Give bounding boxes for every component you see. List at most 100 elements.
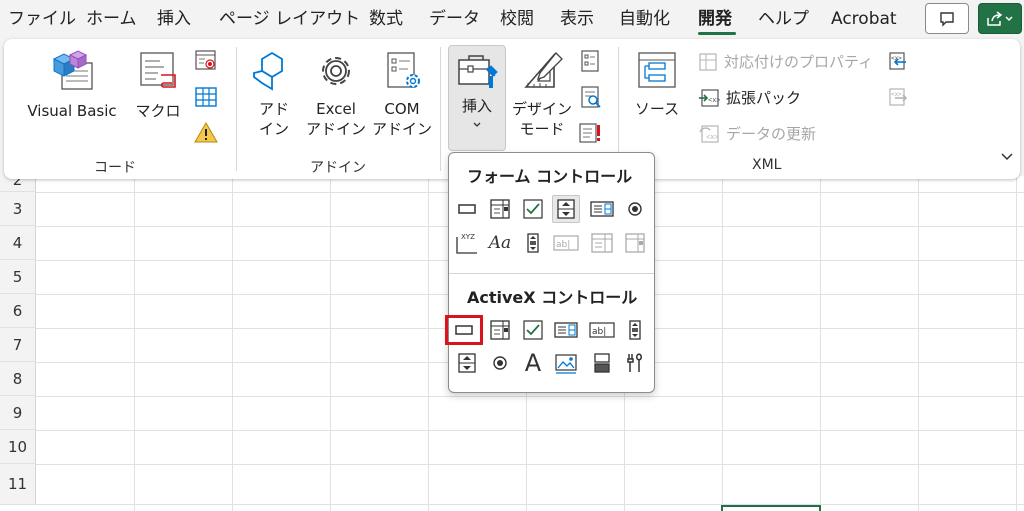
tab-view[interactable]: 表示 — [560, 8, 594, 30]
xml-source-label: ソース — [634, 100, 680, 118]
activex-toggle-button-control[interactable] — [588, 349, 616, 377]
form-group-box-control[interactable]: XYZ — [453, 229, 481, 257]
addins-label-line1: アド — [258, 100, 289, 118]
collapse-ribbon-button[interactable] — [1000, 151, 1014, 163]
textbox-glyph-text: ab| — [592, 327, 606, 337]
activex-checkbox-control[interactable] — [519, 316, 547, 344]
form-label-control[interactable]: Aa — [486, 229, 514, 257]
xml-source-button[interactable]: ソース — [630, 49, 684, 119]
form-combo-box-control[interactable] — [486, 195, 514, 223]
properties-button[interactable] — [576, 49, 604, 73]
tab-developer[interactable]: 開発 — [698, 8, 732, 30]
activex-text-box-control[interactable]: ab| — [588, 316, 616, 344]
row-header[interactable]: 8 — [0, 362, 36, 396]
selected-cell[interactable] — [721, 505, 821, 511]
activex-more-controls-control[interactable] — [621, 349, 649, 377]
macro-security-button[interactable] — [192, 121, 220, 145]
spin-button-icon — [557, 199, 575, 219]
row-header[interactable]: 5 — [0, 260, 36, 294]
warning-icon — [194, 122, 218, 143]
textbox-glyph-text: ab| — [556, 240, 570, 250]
import-xml-button[interactable]: <x> — [884, 51, 910, 73]
activex-list-box-control[interactable] — [552, 316, 580, 344]
form-option-button-control[interactable] — [621, 195, 649, 223]
insert-controls-label: 挿入 — [461, 97, 492, 115]
design-mode-button[interactable]: デザイン モード — [510, 49, 574, 139]
list-box-icon — [590, 201, 614, 217]
row-header[interactable]: 11 — [0, 464, 36, 505]
relative-reference-button[interactable] — [192, 85, 220, 109]
record-macro-button[interactable] — [192, 49, 220, 73]
code-group-label: コード — [94, 160, 136, 176]
option-button-icon — [628, 202, 642, 216]
form-scroll-bar-control[interactable] — [519, 229, 547, 257]
list-box-icon — [554, 322, 578, 338]
com-addins-button[interactable]: COM アドイン — [370, 49, 434, 139]
comments-button[interactable] — [925, 3, 969, 34]
form-list-box-control[interactable] — [588, 195, 616, 223]
tab-data[interactable]: データ — [429, 8, 480, 30]
share-button[interactable] — [978, 3, 1022, 34]
addins-button[interactable]: アド イン — [252, 49, 296, 139]
com-addins-label-line1: COM — [384, 100, 420, 118]
form-checkbox-control[interactable] — [519, 195, 547, 223]
tools-icon — [627, 353, 642, 372]
tab-review[interactable]: 校閲 — [500, 8, 534, 30]
grid-line — [134, 176, 135, 511]
form-spin-button-control[interactable] — [552, 195, 580, 223]
share-icon — [987, 10, 1013, 26]
tab-help[interactable]: ヘルプ — [758, 8, 809, 30]
grid-line — [36, 504, 1024, 505]
expansion-packs-button[interactable]: <x> 拡張パック — [698, 87, 801, 108]
tab-insert[interactable]: 挿入 — [157, 8, 191, 30]
combo-list-edit-icon — [591, 233, 613, 253]
run-dialog-button[interactable] — [576, 121, 604, 145]
refresh-data-button[interactable]: <x> データの更新 — [698, 123, 816, 144]
activex-image-control[interactable] — [552, 349, 580, 377]
tab-file[interactable]: ファイル — [8, 8, 76, 30]
grid-line — [722, 176, 723, 511]
map-properties-label: 対応付けのプロパティ — [724, 53, 874, 71]
grid-line — [330, 176, 331, 511]
row-header[interactable]: 10 — [0, 430, 36, 464]
tab-automate[interactable]: 自動化 — [619, 8, 670, 30]
activex-combo-box-control[interactable] — [486, 316, 514, 344]
checkbox-icon — [523, 320, 543, 340]
row-header[interactable]: 4 — [0, 226, 36, 260]
dropdown-separator — [449, 273, 654, 274]
activex-command-button-control[interactable] — [445, 315, 483, 345]
xml-source-icon — [638, 52, 676, 88]
tab-home[interactable]: ホーム — [86, 8, 137, 30]
combo-box-icon — [490, 199, 510, 219]
visual-basic-button[interactable]: Visual Basic — [22, 49, 122, 121]
tab-formulas[interactable]: 数式 — [369, 8, 403, 30]
tab-page-layout[interactable]: ページ レイアウト — [219, 8, 360, 30]
row-header[interactable]: 6 — [0, 294, 36, 328]
export-xml-button[interactable]: <x> — [884, 87, 910, 109]
row-header[interactable]: 9 — [0, 396, 36, 430]
form-button-control[interactable] — [453, 195, 481, 223]
insert-controls-button[interactable]: 挿入 — [448, 45, 506, 151]
design-mode-icon — [524, 52, 563, 88]
row-header[interactable]: 7 — [0, 328, 36, 362]
label-control-glyph: Aa — [488, 233, 512, 253]
view-code-button[interactable] — [576, 85, 604, 109]
activex-scroll-bar-control[interactable] — [621, 316, 649, 344]
grid-line — [232, 176, 233, 511]
comment-icon — [940, 11, 954, 27]
macro-button[interactable]: マクロ — [130, 49, 186, 121]
excel-addins-button[interactable]: Excel アドイン — [304, 49, 368, 139]
map-properties-button[interactable]: 対応付けのプロパティ — [698, 51, 873, 72]
activex-option-button-control[interactable] — [486, 349, 514, 377]
grid-line — [1016, 176, 1017, 511]
button-control-icon — [458, 204, 476, 214]
svg-text:<x>: <x> — [706, 133, 719, 141]
excel-addins-label-line1: Excel — [316, 100, 356, 118]
activex-label-control[interactable]: A — [519, 349, 547, 377]
row-header[interactable]: 3 — [0, 192, 36, 226]
grid-line — [36, 464, 1024, 465]
activex-spin-button-control[interactable] — [453, 349, 481, 377]
tab-acrobat[interactable]: Acrobat — [831, 8, 897, 30]
grid-line — [428, 176, 429, 511]
scroll-bar-icon — [629, 320, 641, 340]
